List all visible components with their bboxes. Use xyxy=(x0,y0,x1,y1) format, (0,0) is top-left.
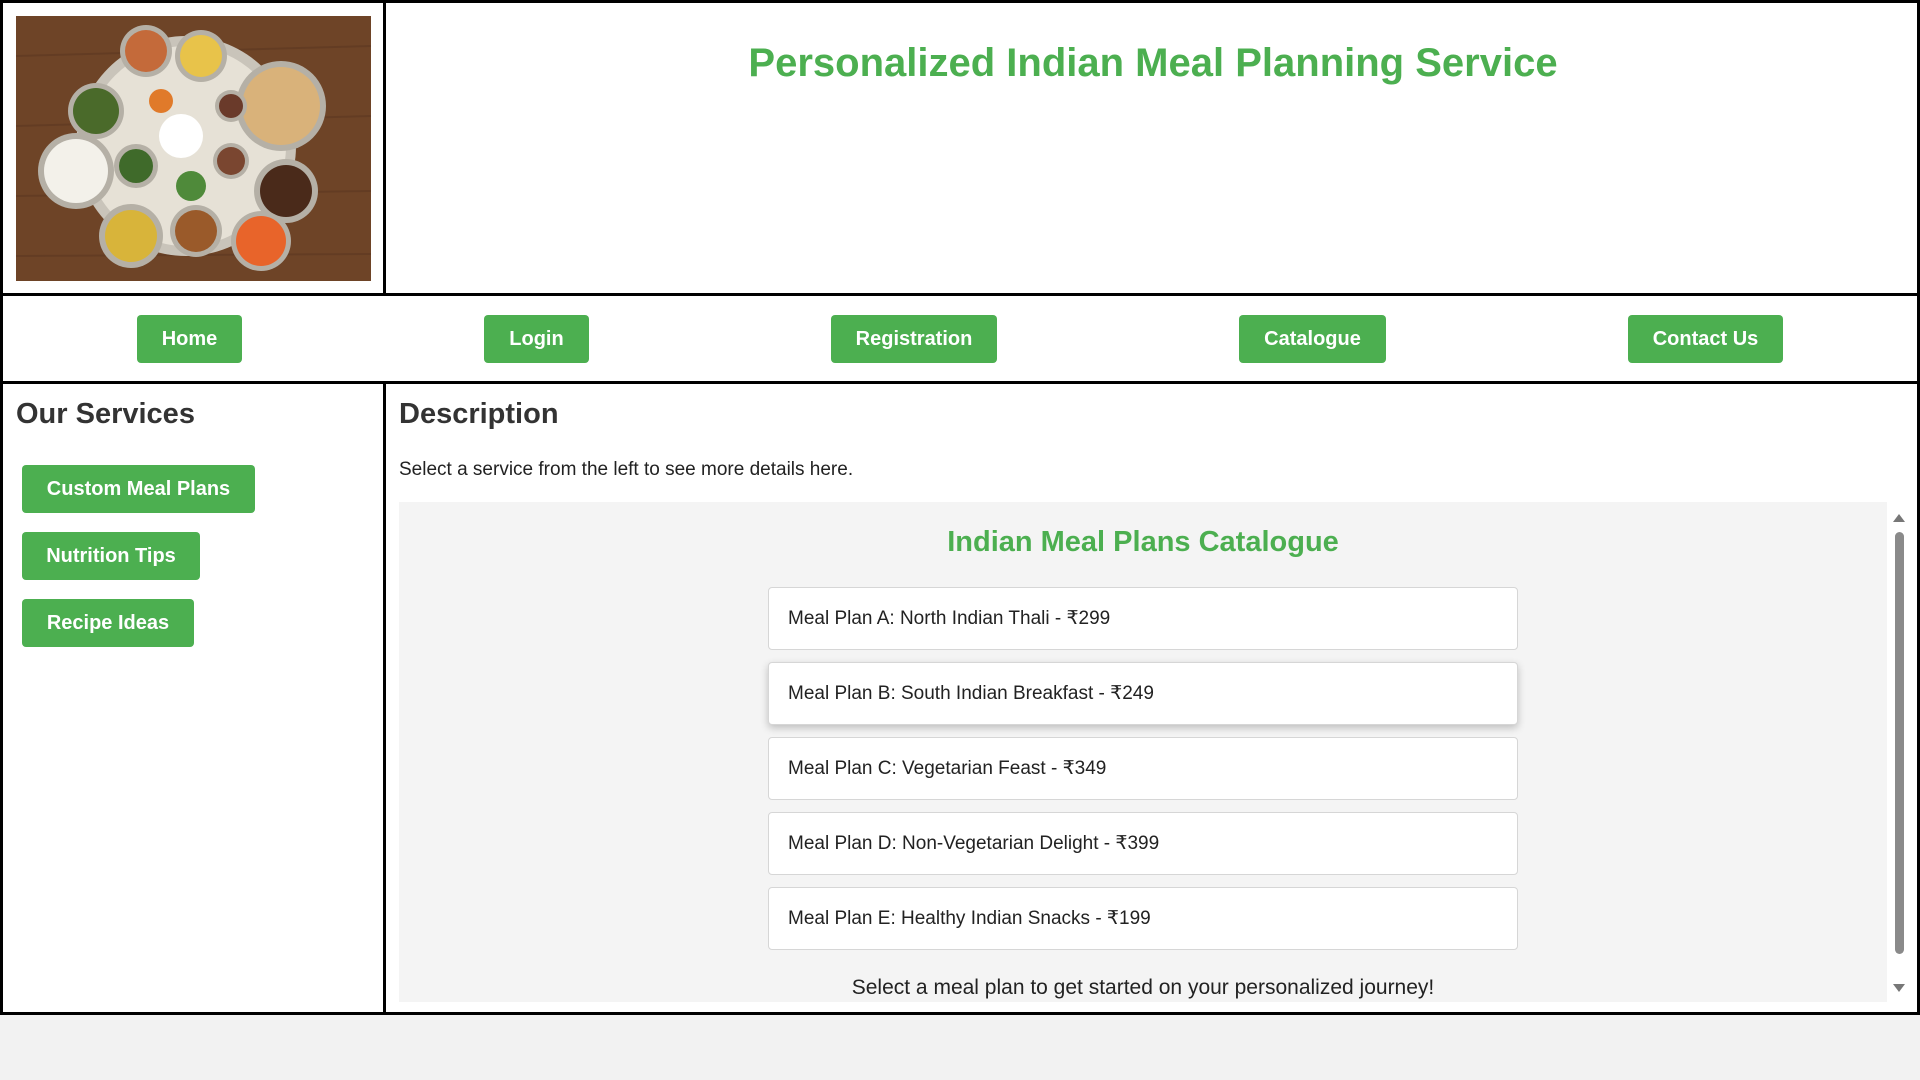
nutrition-tips-button[interactable]: Nutrition Tips xyxy=(22,532,200,580)
catalogue-scrollbar[interactable] xyxy=(1887,502,1912,1002)
catalogue-footer-text: Select a meal plan to get started on you… xyxy=(851,976,1435,999)
scroll-thumb[interactable] xyxy=(1895,532,1904,954)
description-title: Description xyxy=(399,398,559,430)
description-panel: Description Select a service from the le… xyxy=(386,384,1917,1015)
meal-plan-item[interactable]: Meal Plan D: Non-Vegetarian Delight - ₹3… xyxy=(768,812,1518,875)
recipe-ideas-button[interactable]: Recipe Ideas xyxy=(22,599,194,647)
meal-plans-catalogue: Indian Meal Plans Catalogue Meal Plan A:… xyxy=(399,502,1887,1002)
page-frame: Personalized Indian Meal Planning Servic… xyxy=(0,0,1920,1015)
catalogue-title: Indian Meal Plans Catalogue xyxy=(947,526,1339,558)
page-title: Personalized Indian Meal Planning Servic… xyxy=(748,41,1558,85)
header: Personalized Indian Meal Planning Servic… xyxy=(3,3,1917,296)
scroll-up-arrow-icon[interactable] xyxy=(1893,514,1905,522)
scroll-down-arrow-icon[interactable] xyxy=(1893,984,1905,992)
sidebar-title: Our Services xyxy=(16,398,195,430)
nav-home-button[interactable]: Home xyxy=(137,315,242,363)
meal-plan-item[interactable]: Meal Plan E: Healthy Indian Snacks - ₹19… xyxy=(768,887,1518,950)
description-text: Select a service from the left to see mo… xyxy=(399,459,854,480)
nav-contact-us-button[interactable]: Contact Us xyxy=(1628,315,1783,363)
custom-meal-plans-button[interactable]: Custom Meal Plans xyxy=(22,465,255,513)
meal-plan-item[interactable]: Meal Plan C: Vegetarian Feast - ₹349 xyxy=(768,737,1518,800)
main-nav: Home Login Registration Catalogue Contac… xyxy=(3,296,1917,384)
indian-thali-food-image xyxy=(16,16,371,281)
meal-plan-item[interactable]: Meal Plan A: North Indian Thali - ₹299 xyxy=(768,587,1518,650)
logo-cell xyxy=(3,3,386,293)
meal-plan-item[interactable]: Meal Plan B: South Indian Breakfast - ₹2… xyxy=(768,662,1518,725)
nav-registration-button[interactable]: Registration xyxy=(831,315,997,363)
services-sidebar: Our Services Custom Meal Plans Nutrition… xyxy=(3,384,386,1015)
nav-catalogue-button[interactable]: Catalogue xyxy=(1239,315,1386,363)
nav-login-button[interactable]: Login xyxy=(484,315,589,363)
